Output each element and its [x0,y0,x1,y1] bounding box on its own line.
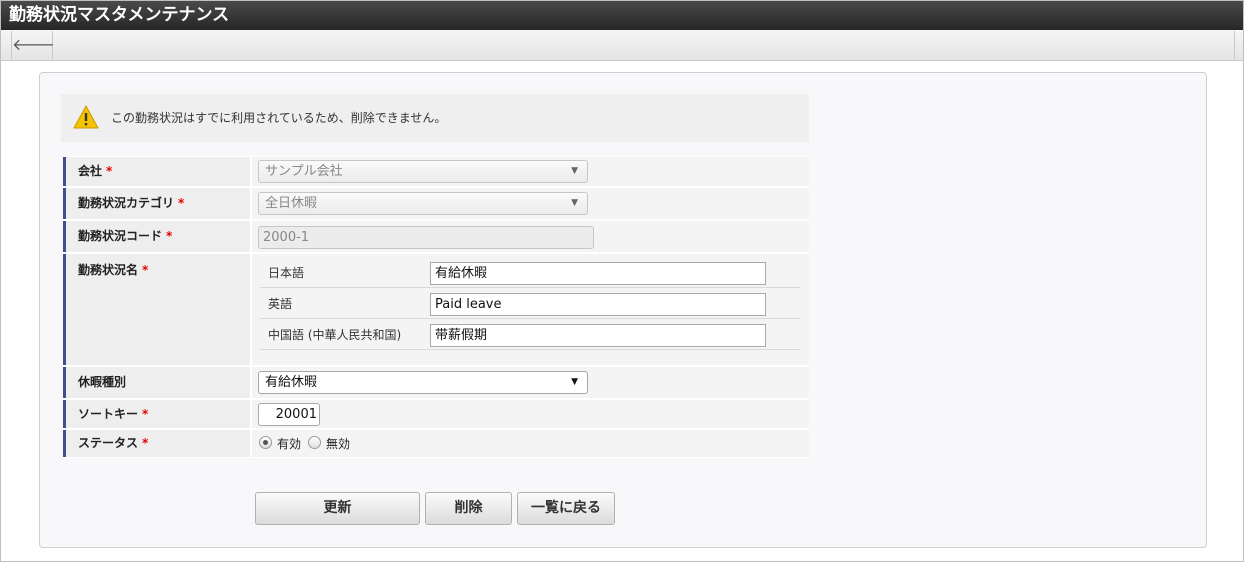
category-label: 勤務状況カテゴリ * [63,188,250,219]
name-ja-row: 日本語 有給休暇 [260,257,800,288]
code-field: 2000-1 [258,226,594,249]
leave-type-row: 休暇種別 有給休暇 ▼ [63,366,809,399]
name-en-input[interactable]: Paid leave [430,293,766,316]
page-title: 勤務状況マスタメンテナンス [1,1,1243,30]
warning-text: この勤務状況はすでに利用されているため、削除できません。 [111,111,447,125]
required-mark: * [178,196,185,210]
back-to-list-button[interactable]: 一覧に戻る [517,492,615,525]
category-select[interactable]: 全日休暇 ▼ [258,192,588,215]
name-en-label: 英語 [268,297,293,311]
status-row: ステータス * 有効 無効 [63,429,809,458]
name-en-row: 英語 Paid leave [260,288,800,319]
delete-button[interactable]: 削除 [425,492,512,525]
dropdown-arrow-icon: ▼ [571,166,578,176]
sort-key-label: ソートキー * [63,400,250,428]
required-mark: * [142,407,149,421]
name-zh-row: 中国語 (中華人民共和国) 带薪假期 [260,319,800,350]
sort-key-row: ソートキー * 20001 [63,399,809,429]
update-button[interactable]: 更新 [255,492,420,525]
status-label: ステータス * [63,430,250,457]
name-label: 勤務状況名 * [63,254,250,365]
required-mark: * [106,164,113,178]
code-row: 勤務状況コード * 2000-1 [63,220,809,253]
warning-message: この勤務状況はすでに利用されているため、削除できません。 [61,94,809,142]
back-button[interactable]: 🡐 [11,31,55,59]
leave-type-label: 休暇種別 [63,367,250,398]
company-select[interactable]: サンプル会社 ▼ [258,160,588,183]
name-ja-label: 日本語 [268,266,305,280]
category-row: 勤務状況カテゴリ * 全日休暇 ▼ [63,187,809,220]
code-label: 勤務状況コード * [63,221,250,252]
dropdown-arrow-icon: ▼ [571,198,578,208]
toolbar-divider [1234,31,1235,59]
status-enabled-label[interactable]: 有効 [277,435,301,452]
required-mark: * [166,229,173,243]
toolbar: 🡐 [1,30,1243,61]
required-mark: * [142,436,149,450]
warning-triangle-icon [73,105,99,129]
sort-key-input[interactable]: 20001 [258,403,320,426]
left-arrow-icon: 🡐 [12,35,55,54]
dropdown-arrow-icon: ▼ [571,377,578,387]
name-zh-input[interactable]: 带薪假期 [430,324,766,347]
leave-type-select[interactable]: 有給休暇 ▼ [258,371,588,394]
company-label: 会社 * [63,157,250,186]
name-ja-input[interactable]: 有給休暇 [430,262,766,285]
required-mark: * [142,263,149,277]
name-zh-label: 中国語 (中華人民共和国) [268,328,402,342]
company-row: 会社 * サンプル会社 ▼ [63,156,809,187]
status-enabled-radio[interactable] [259,436,272,449]
status-disabled-label[interactable]: 無効 [326,435,350,452]
name-row: 勤務状況名 * 日本語 有給休暇 英語 Paid leave 中国語 (中華人民共… [63,253,809,366]
status-disabled-radio[interactable] [308,436,321,449]
app-window: 勤務状況マスタメンテナンス 🡐 この勤務状況はすでに利用されているため、削除でき… [0,0,1244,562]
